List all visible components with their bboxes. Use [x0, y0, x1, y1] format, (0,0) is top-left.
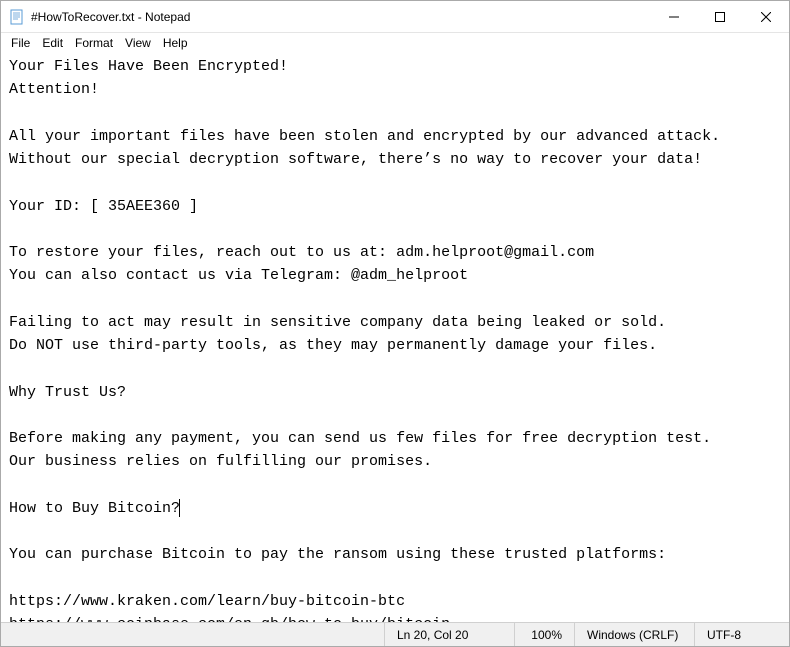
text-line: Attention!: [9, 81, 99, 98]
text-line: Do NOT use third-party tools, as they ma…: [9, 337, 657, 354]
text-cursor: [179, 499, 180, 517]
text-line: Your ID: [ 35AEE360 ]: [9, 198, 198, 215]
status-encoding: UTF-8: [694, 623, 789, 646]
text-line: You can also contact us via Telegram: @a…: [9, 267, 468, 284]
titlebar: #HowToRecover.txt - Notepad: [1, 1, 789, 33]
status-line-ending: Windows (CRLF): [574, 623, 694, 646]
text-line: All your important files have been stole…: [9, 128, 720, 145]
minimize-button[interactable]: [651, 1, 697, 32]
close-button[interactable]: [743, 1, 789, 32]
menu-file[interactable]: File: [5, 35, 36, 51]
text-area[interactable]: Your Files Have Been Encrypted! Attentio…: [1, 53, 789, 622]
menubar: File Edit Format View Help: [1, 33, 789, 53]
menu-format[interactable]: Format: [69, 35, 119, 51]
window-controls: [651, 1, 789, 32]
status-position: Ln 20, Col 20: [384, 623, 514, 646]
status-zoom[interactable]: 100%: [514, 623, 574, 646]
text-line: You can purchase Bitcoin to pay the rans…: [9, 546, 666, 563]
notepad-icon: [9, 9, 25, 25]
statusbar: Ln 20, Col 20 100% Windows (CRLF) UTF-8: [1, 622, 789, 646]
text-line: To restore your files, reach out to us a…: [9, 244, 594, 261]
text-line: How to Buy Bitcoin?: [9, 500, 180, 517]
text-line: Why Trust Us?: [9, 384, 126, 401]
notepad-window: #HowToRecover.txt - Notepad File Edit Fo…: [0, 0, 790, 647]
menu-edit[interactable]: Edit: [36, 35, 69, 51]
text-line: Your Files Have Been Encrypted!: [9, 58, 288, 75]
text-line: Before making any payment, you can send …: [9, 430, 711, 447]
text-line: Our business relies on fulfilling our pr…: [9, 453, 432, 470]
menu-view[interactable]: View: [119, 35, 157, 51]
text-line: Failing to act may result in sensitive c…: [9, 314, 666, 331]
text-line: https://www.coinbase.com/en-gb/how-to-bu…: [9, 616, 450, 622]
text-line: https://www.kraken.com/learn/buy-bitcoin…: [9, 593, 405, 610]
window-title: #HowToRecover.txt - Notepad: [31, 10, 651, 24]
maximize-button[interactable]: [697, 1, 743, 32]
text-line: Without our special decryption software,…: [9, 151, 702, 168]
menu-help[interactable]: Help: [157, 35, 194, 51]
